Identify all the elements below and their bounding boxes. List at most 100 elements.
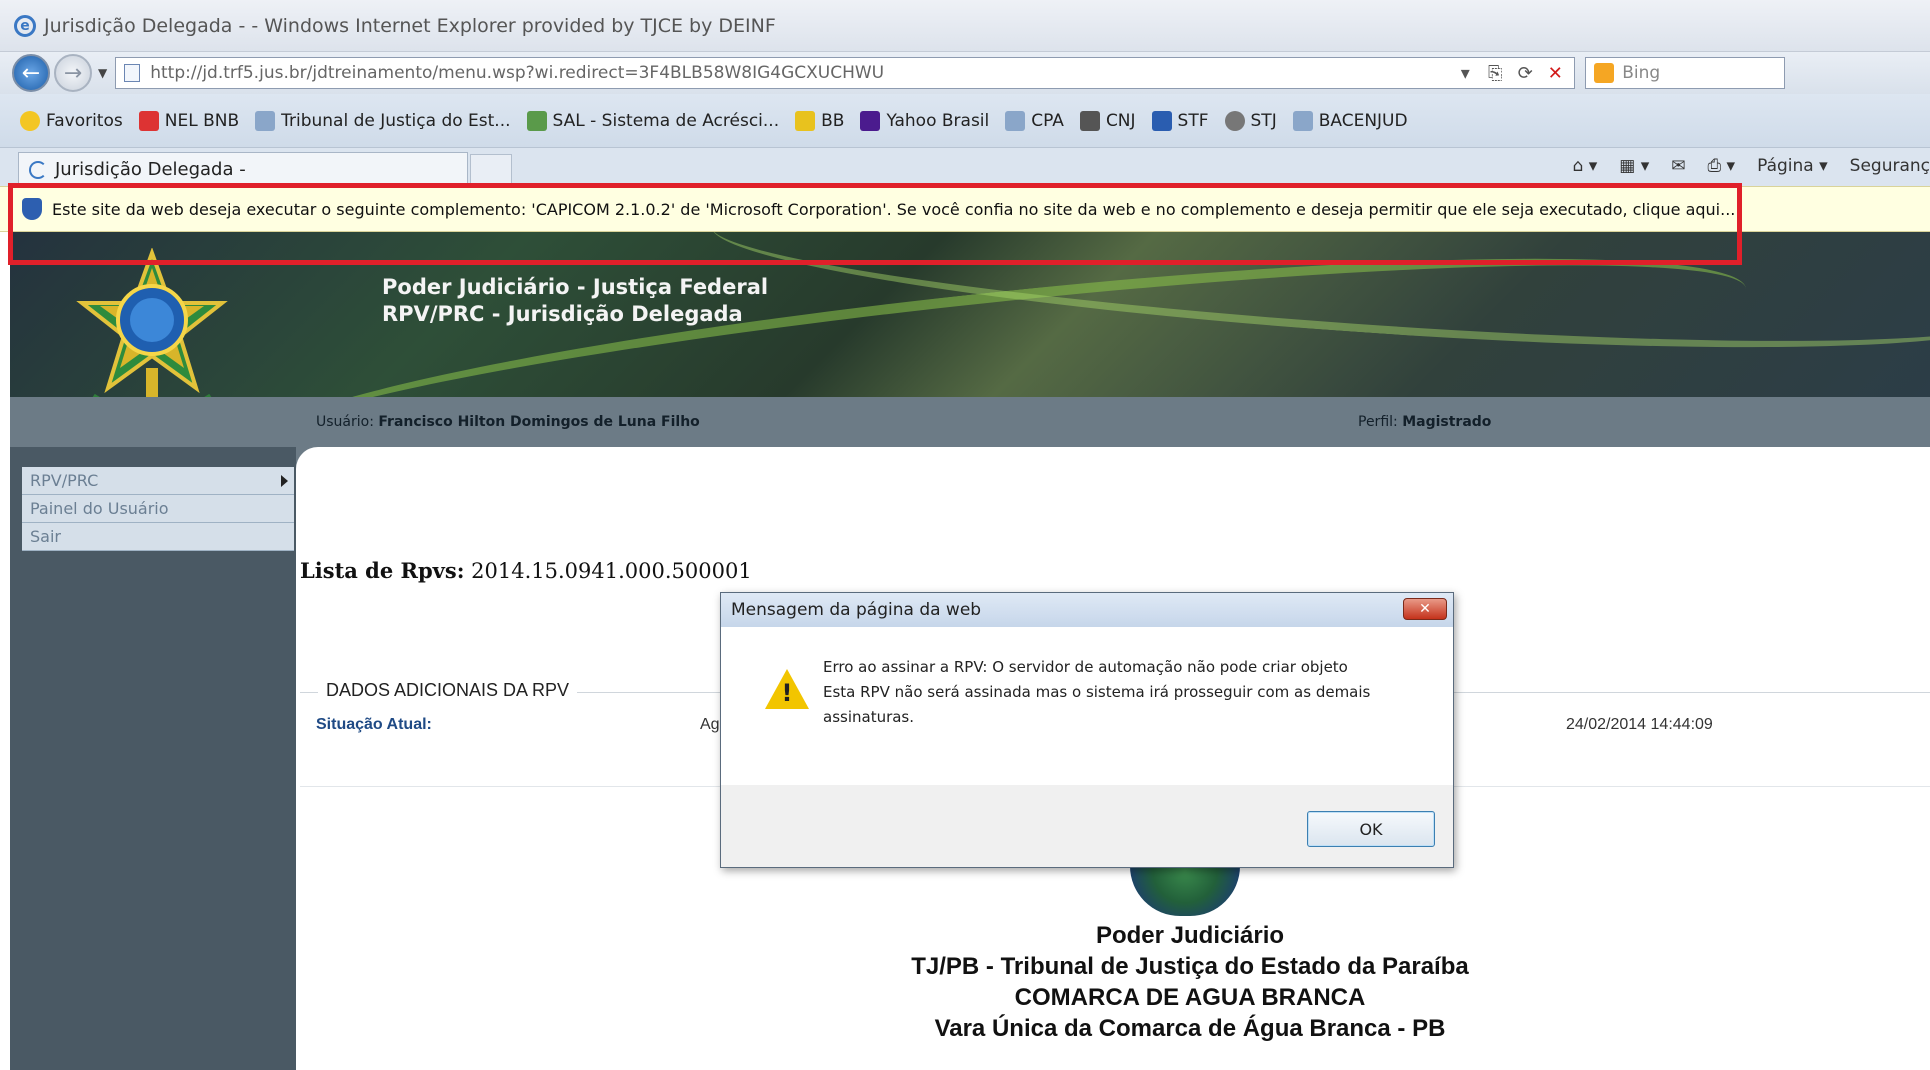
favorite-label: STJ xyxy=(1250,110,1277,131)
home-icon[interactable]: ⌂ ▾ xyxy=(1573,156,1598,176)
favorite-label: BB xyxy=(821,110,845,131)
refresh-icon[interactable]: ⟳ xyxy=(1514,63,1536,84)
footer-line2: TJ/PB - Tribunal de Justiça do Estado da… xyxy=(911,953,1469,980)
status-value: Ag xyxy=(700,716,720,733)
content-corner xyxy=(296,447,318,469)
submenu-arrow-icon xyxy=(281,475,288,487)
header-line2: RPV/PRC - Jurisdição Delegada xyxy=(382,302,743,326)
print-icon[interactable]: ⎙ ▾ xyxy=(1708,156,1736,176)
favorite-link[interactable]: BB xyxy=(795,110,845,131)
favorite-label: BACENJUD xyxy=(1318,110,1408,131)
sidebar-item-label: RPV/PRC xyxy=(30,471,99,490)
window-title: Jurisdição Delegada - - Windows Internet… xyxy=(44,14,776,37)
favorite-icon xyxy=(1005,110,1026,131)
back-button[interactable]: ← xyxy=(12,54,50,92)
new-tab-button[interactable] xyxy=(470,154,512,186)
favorite-label: Yahoo Brasil xyxy=(886,110,990,131)
dialog-body: ! Erro ao assinar a RPV: O servidor de a… xyxy=(721,627,1453,785)
header-title: Poder Judiciário - Justiça Federal RPV/P… xyxy=(382,274,768,328)
footer-line1: Poder Judiciário xyxy=(1095,922,1285,949)
dialog-titlebar: Mensagem da página da web ✕ xyxy=(721,593,1453,627)
favorite-link[interactable]: Yahoo Brasil xyxy=(860,110,990,131)
dialog-message: Erro ao assinar a RPV: O servidor de aut… xyxy=(823,655,1423,730)
search-box[interactable]: Bing xyxy=(1585,57,1786,89)
favorite-link[interactable]: NEL BNB xyxy=(138,110,240,131)
ok-button[interactable]: OK xyxy=(1307,811,1435,847)
address-dropdown-icon[interactable]: ▾ xyxy=(1454,63,1476,84)
forward-button[interactable]: → xyxy=(54,54,92,92)
user-info: Usuário: Francisco Hilton Domingos de Lu… xyxy=(316,414,700,430)
dialog-message-line1: Erro ao assinar a RPV: O servidor de aut… xyxy=(823,658,1348,676)
page-icon xyxy=(124,64,141,82)
mail-icon[interactable]: ✉ xyxy=(1671,156,1685,176)
window-titlebar: e Jurisdição Delegada - - Windows Intern… xyxy=(0,0,1930,52)
footer-line4: Vara Única da Comarca de Água Branca - P… xyxy=(934,1015,1446,1042)
favorite-link[interactable]: BACENJUD xyxy=(1292,110,1408,131)
tab-row: Jurisdição Delegada - ⌂ ▾ ▦ ▾ ✉ ⎙ ▾ Pági… xyxy=(0,148,1930,186)
favorite-link[interactable]: CPA xyxy=(1005,110,1064,131)
url-text[interactable]: http://jd.trf5.jus.br/jdtreinamento/menu… xyxy=(150,63,1446,83)
yahoo-icon xyxy=(860,110,881,131)
section-title: DADOS ADICIONAIS DA RPV xyxy=(318,680,578,701)
web-page-message-dialog: Mensagem da página da web ✕ ! Erro ao as… xyxy=(720,592,1454,868)
tab-title: Jurisdição Delegada - xyxy=(55,159,246,180)
favorite-link[interactable]: STJ xyxy=(1224,110,1277,131)
favorite-link[interactable]: Tribunal de Justiça do Est... xyxy=(255,110,511,131)
browser-tab[interactable]: Jurisdição Delegada - xyxy=(18,152,468,186)
search-placeholder[interactable]: Bing xyxy=(1622,63,1660,83)
user-label: Usuário: xyxy=(316,414,374,430)
sidebar-item-label: Sair xyxy=(30,527,61,546)
favorite-icon xyxy=(255,110,276,131)
sidebar-item-sair[interactable]: Sair xyxy=(22,523,294,551)
favorite-label: NEL BNB xyxy=(164,110,240,131)
sidebar-menu: RPV/PRC Painel do Usuário Sair xyxy=(22,467,294,551)
sidebar-item-label: Painel do Usuário xyxy=(30,499,169,518)
command-bar: ⌂ ▾ ▦ ▾ ✉ ⎙ ▾ Página ▾ Seguranç xyxy=(1551,156,1930,176)
status-label: Situação Atual: xyxy=(316,716,432,733)
favorite-icon xyxy=(1079,110,1100,131)
user-name: Francisco Hilton Domingos de Luna Filho xyxy=(378,414,700,430)
user-bar: Usuário: Francisco Hilton Domingos de Lu… xyxy=(10,397,1930,447)
address-bar[interactable]: http://jd.trf5.jus.br/jdtreinamento/menu… xyxy=(115,57,1576,89)
favorite-icon xyxy=(1224,110,1245,131)
rpv-list-value: 2014.15.0941.000.500001 xyxy=(471,559,752,583)
sidebar-item-painel-usuario[interactable]: Painel do Usuário xyxy=(22,495,294,523)
favorite-icon xyxy=(795,110,816,131)
feeds-icon[interactable]: ▦ ▾ xyxy=(1619,156,1649,176)
bing-icon xyxy=(1594,63,1615,83)
favorite-icon xyxy=(526,110,547,131)
profile-name: Magistrado xyxy=(1402,414,1492,430)
rpv-list-label: Lista de Rpvs: xyxy=(300,558,465,583)
favorites-button[interactable]: Favoritos xyxy=(20,110,123,131)
navigation-bar: ← → ▼ http://jd.trf5.jus.br/jdtreinament… xyxy=(0,52,1930,94)
favorite-label: Tribunal de Justiça do Est... xyxy=(281,110,511,131)
favorite-label: STF xyxy=(1177,110,1209,131)
favorite-icon xyxy=(1292,110,1313,131)
stop-icon[interactable]: ✕ xyxy=(1544,63,1566,84)
dialog-message-line2: Esta RPV não será assinada mas o sistema… xyxy=(823,683,1371,726)
page-menu[interactable]: Página ▾ xyxy=(1757,156,1828,176)
highlight-box xyxy=(8,183,1742,265)
close-button[interactable]: ✕ xyxy=(1403,598,1447,620)
favorite-label: CPA xyxy=(1031,110,1064,131)
favorites-label: Favoritos xyxy=(46,110,123,131)
star-icon xyxy=(20,110,40,131)
ie-logo-icon: e xyxy=(14,14,36,37)
favorite-link[interactable]: STF xyxy=(1151,110,1209,131)
favorites-bar: Favoritos NEL BNB Tribunal de Justiça do… xyxy=(0,94,1930,148)
footer-line3: COMARCA DE AGUA BRANCA xyxy=(1014,984,1366,1011)
favorite-link[interactable]: CNJ xyxy=(1079,110,1136,131)
favorite-label: SAL - Sistema de Acrésci... xyxy=(552,110,780,131)
favorite-label: CNJ xyxy=(1105,110,1136,131)
sidebar-item-rpv-prc[interactable]: RPV/PRC xyxy=(22,467,294,495)
dialog-title: Mensagem da página da web xyxy=(731,600,982,620)
history-dropdown-icon[interactable]: ▼ xyxy=(98,66,107,80)
rpv-list-title: Lista de Rpvs: 2014.15.0941.000.500001 xyxy=(300,558,752,583)
footer-emblem-icon xyxy=(1130,866,1240,916)
favorite-link[interactable]: SAL - Sistema de Acrésci... xyxy=(526,110,780,131)
loading-icon xyxy=(29,160,47,179)
favorite-icon xyxy=(1151,110,1172,131)
sidebar: RPV/PRC Painel do Usuário Sair xyxy=(10,447,296,1070)
compatibility-view-icon[interactable]: ⎘ xyxy=(1484,63,1506,84)
security-menu[interactable]: Seguranç xyxy=(1850,156,1930,176)
